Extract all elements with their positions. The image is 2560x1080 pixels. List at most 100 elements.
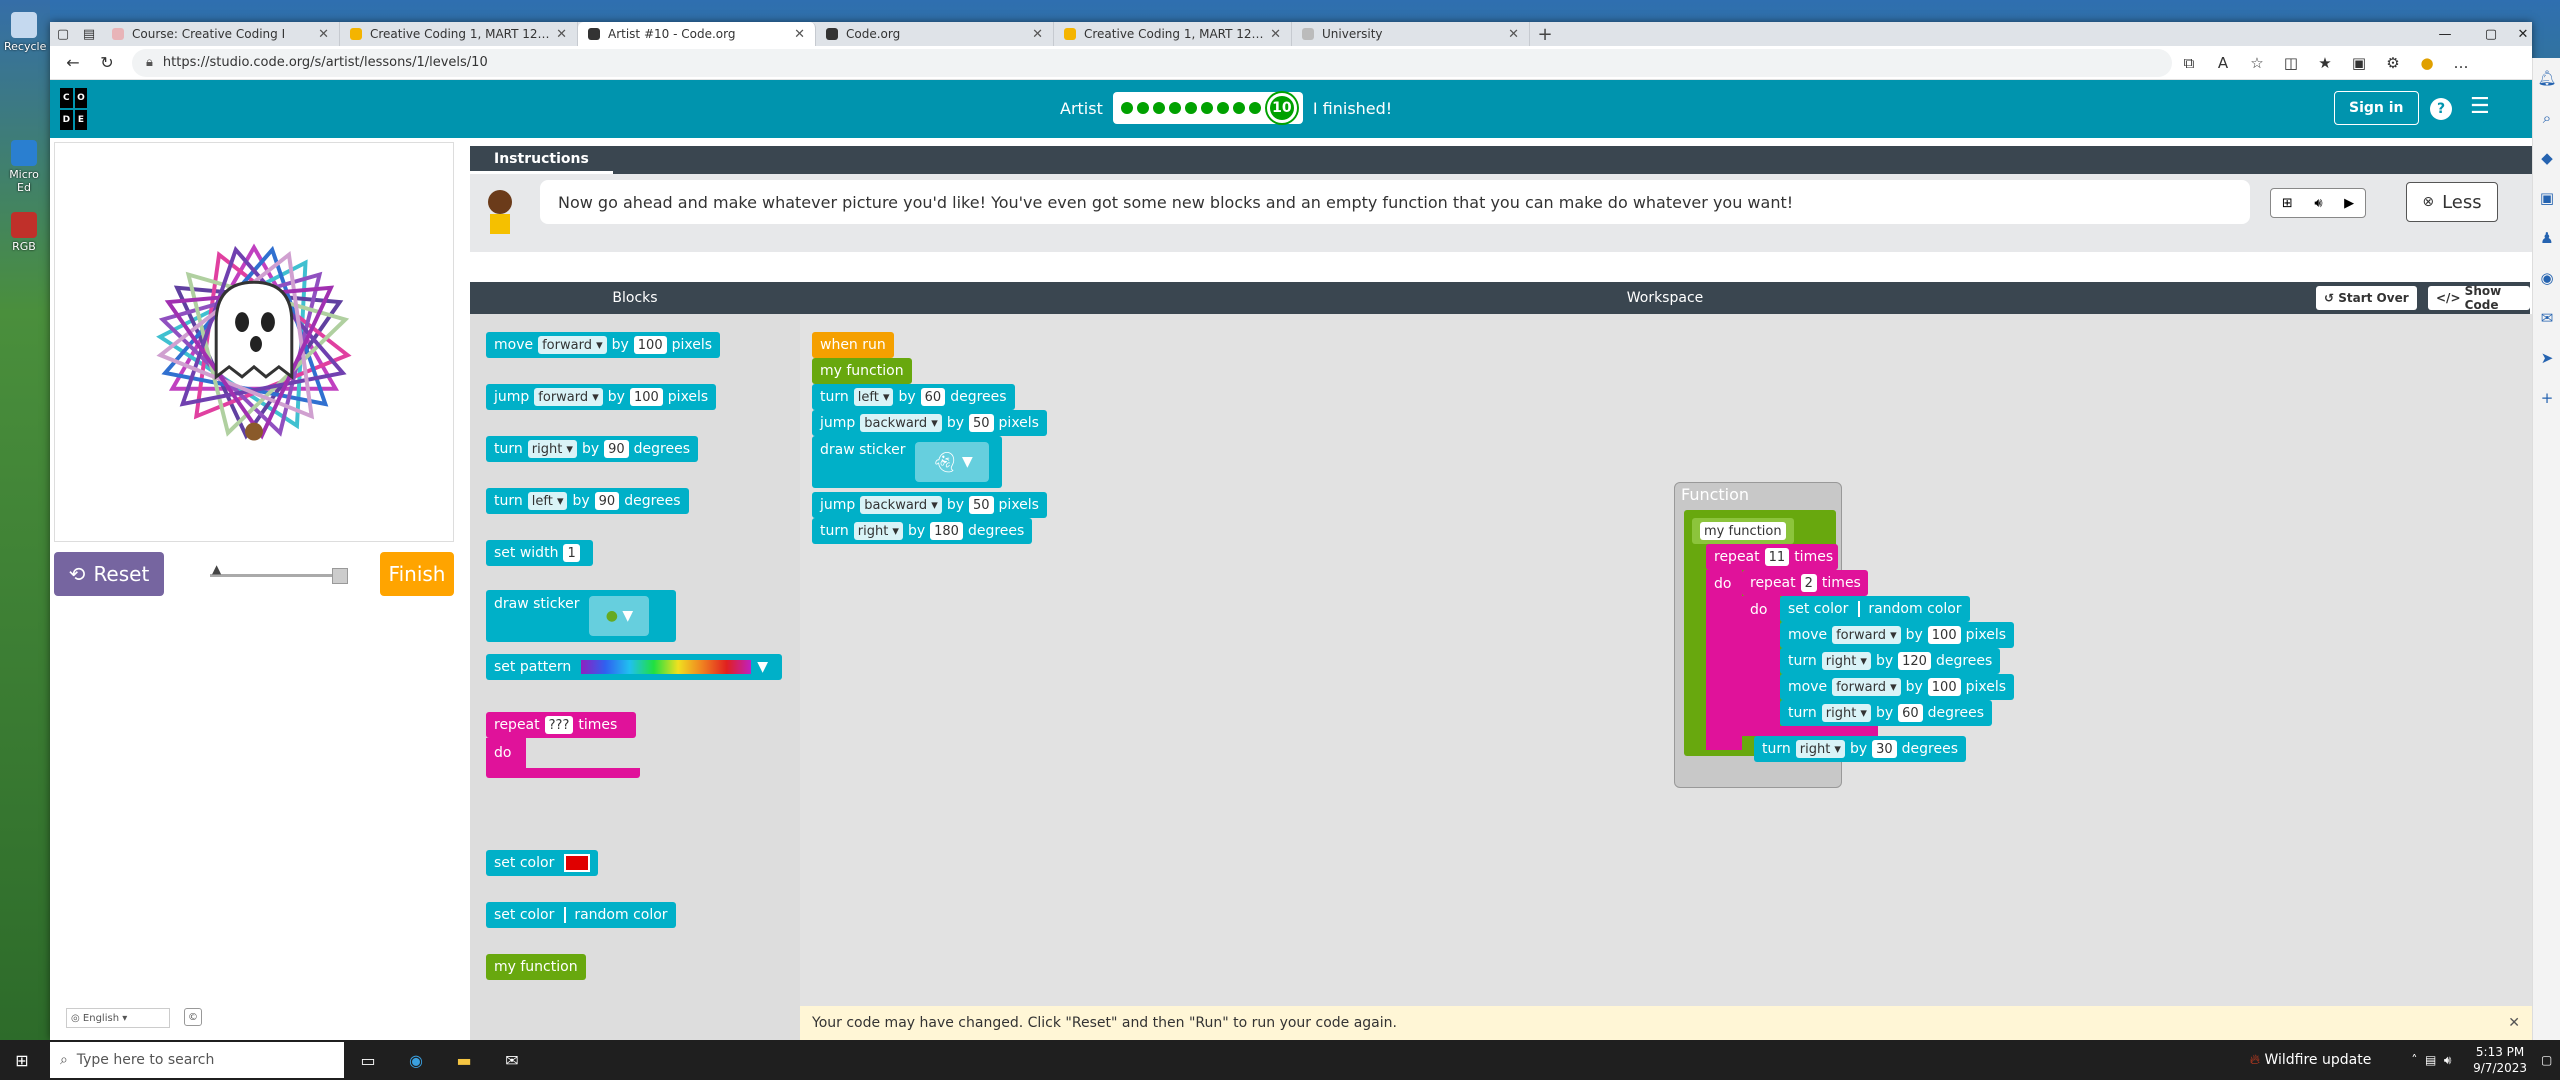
- direction-dropdown[interactable]: right ▾: [853, 522, 903, 540]
- sticker-dropdown[interactable]: ● ▼: [589, 596, 650, 636]
- block-set-color-random[interactable]: set color random color: [486, 902, 676, 928]
- number-field[interactable]: 1: [563, 544, 580, 562]
- close-window-button[interactable]: ✕: [2514, 22, 2532, 46]
- copyright-button[interactable]: ©: [184, 1008, 202, 1026]
- block-my-function[interactable]: my function: [486, 954, 586, 980]
- number-field[interactable]: 100: [1927, 678, 1961, 696]
- volume-icon[interactable]: 🔊︎: [2444, 1053, 2459, 1068]
- close-icon[interactable]: ✕: [1508, 27, 1519, 42]
- sticker-dropdown[interactable]: 👻︎ ▼: [915, 442, 990, 482]
- shopping-icon[interactable]: ◆: [2533, 138, 2560, 178]
- direction-dropdown[interactable]: forward ▾: [534, 388, 603, 406]
- slider-handle[interactable]: [332, 568, 348, 584]
- help-icon[interactable]: ?: [2430, 98, 2452, 120]
- block-set-width[interactable]: set width 1: [486, 540, 593, 566]
- block-turn-left[interactable]: turn left ▾ by 90 degrees: [486, 488, 689, 514]
- block-jump[interactable]: jump forward ▾ by 100 pixels: [486, 384, 717, 410]
- drop-icon[interactable]: ➤: [2533, 338, 2560, 378]
- close-icon[interactable]: ✕: [556, 27, 567, 42]
- close-icon[interactable]: ✕: [794, 27, 805, 42]
- number-field[interactable]: 90: [594, 492, 620, 510]
- block-turn[interactable]: turn right ▾ by 180 degrees: [812, 518, 1033, 544]
- search-icon[interactable]: ⌕: [2533, 98, 2560, 138]
- function-name-block[interactable]: my function: [1692, 518, 1794, 544]
- network-icon[interactable]: ▤: [2425, 1053, 2444, 1067]
- outlook-icon[interactable]: ✉: [2533, 298, 2560, 338]
- taskbar-search[interactable]: ⌕ Type here to search: [50, 1042, 344, 1078]
- speaker-icon[interactable]: 🔊︎: [2314, 196, 2322, 211]
- maximize-button[interactable]: ▢: [2468, 22, 2514, 46]
- block-my-function-call[interactable]: my function: [812, 358, 912, 384]
- block-repeat[interactable]: repeat??? times: [486, 712, 636, 738]
- direction-dropdown[interactable]: backward ▾: [860, 496, 942, 514]
- close-icon[interactable]: ✕: [2508, 1015, 2520, 1031]
- play-icon[interactable]: ▶: [2344, 196, 2354, 211]
- vertical-tabs-icon[interactable]: ▤: [76, 22, 102, 46]
- close-icon[interactable]: ✕: [318, 27, 329, 42]
- block-turn-right[interactable]: turn right ▾ by 90 degrees: [486, 436, 699, 462]
- level-dot[interactable]: [1168, 102, 1181, 114]
- block-turn[interactable]: turn right ▾ by 60 degrees: [1780, 700, 1993, 726]
- direction-dropdown[interactable]: right ▾: [1795, 740, 1845, 758]
- address-bar[interactable]: 🔒︎ https://studio.code.org/s/artist/lesso…: [132, 48, 2172, 77]
- level-dot[interactable]: [1216, 102, 1229, 114]
- tab-course[interactable]: Course: Creative Coding I ✕: [102, 22, 340, 46]
- block-jump[interactable]: jump backward ▾ by 50 pixels: [812, 410, 1047, 436]
- block-jump[interactable]: jump backward ▾ by 50 pixels: [812, 492, 1047, 518]
- block-set-color-random[interactable]: set color random color: [1780, 596, 1970, 622]
- number-field[interactable]: 50: [969, 414, 994, 432]
- finished-link[interactable]: I finished!: [1313, 99, 1392, 118]
- direction-dropdown[interactable]: right ▾: [527, 440, 577, 458]
- tab-university[interactable]: University ✕: [1292, 22, 1530, 46]
- number-field[interactable]: 100: [1927, 626, 1961, 644]
- desktop-icon-rgb[interactable]: RGB: [4, 212, 44, 253]
- minimize-button[interactable]: —: [2422, 22, 2468, 46]
- language-audio-icon[interactable]: ⊞: [2282, 196, 2293, 211]
- direction-dropdown[interactable]: forward ▾: [1832, 678, 1901, 696]
- level-dot[interactable]: [1248, 102, 1261, 114]
- block-move[interactable]: move forward ▾ by 100 pixels: [1780, 674, 2015, 700]
- refresh-icon[interactable]: ↻: [90, 48, 124, 78]
- read-aloud-icon[interactable]: A: [2206, 48, 2240, 78]
- desktop-icon-recycle[interactable]: Recycle: [4, 12, 46, 53]
- function-name-field[interactable]: my function: [1700, 522, 1786, 540]
- more-icon[interactable]: …: [2444, 48, 2478, 78]
- color-swatch[interactable]: [564, 854, 591, 872]
- tab-creative-coding[interactable]: Creative Coding 1, MART 120 | C ✕: [340, 22, 578, 46]
- app-available-icon[interactable]: ⧉: [2172, 48, 2206, 78]
- block-turn[interactable]: turn left ▾ by 60 degrees: [812, 384, 1015, 410]
- tab-instructions[interactable]: Instructions: [470, 146, 613, 174]
- back-icon[interactable]: ←: [56, 48, 90, 78]
- chevron-up-icon[interactable]: ˄: [2411, 1053, 2425, 1067]
- block-draw-sticker[interactable]: draw sticker ● ▼: [486, 590, 676, 642]
- number-field[interactable]: 11: [1764, 548, 1790, 566]
- block-draw-sticker[interactable]: draw sticker 👻︎ ▼: [812, 436, 1002, 488]
- level-dot[interactable]: [1232, 102, 1245, 114]
- level-dot[interactable]: [1152, 102, 1165, 114]
- close-icon[interactable]: ✕: [1270, 27, 1281, 42]
- favorites-icon[interactable]: ★: [2308, 48, 2342, 78]
- sign-in-button[interactable]: Sign in: [2334, 91, 2419, 125]
- clock[interactable]: 5:13 PM 9/7/2023: [2473, 1044, 2527, 1076]
- pattern-dropdown[interactable]: [581, 660, 752, 674]
- block-turn[interactable]: turn right ▾ by 30 degrees: [1754, 736, 1967, 762]
- direction-dropdown[interactable]: right ▾: [1821, 704, 1871, 722]
- show-code-button[interactable]: </> Show Code: [2428, 284, 2530, 312]
- level-dot[interactable]: [1200, 102, 1213, 114]
- random-color-value[interactable]: random color: [564, 907, 668, 923]
- block-set-color[interactable]: set color: [486, 850, 599, 876]
- number-field[interactable]: 50: [969, 496, 994, 514]
- number-field[interactable]: 60: [920, 388, 946, 406]
- random-color-value[interactable]: random color: [1858, 601, 1962, 617]
- new-tab-button[interactable]: +: [1530, 22, 1560, 46]
- number-field[interactable]: 90: [604, 440, 629, 458]
- close-icon[interactable]: ✕: [1032, 27, 1043, 42]
- number-field[interactable]: ???: [544, 716, 574, 734]
- games-icon[interactable]: ♟: [2533, 218, 2560, 258]
- start-icon[interactable]: ⊞: [0, 1040, 44, 1080]
- tab-artist[interactable]: Artist #10 - Code.org ✕: [578, 22, 816, 46]
- favorite-star-icon[interactable]: ☆: [2240, 48, 2274, 78]
- split-screen-icon[interactable]: ◫: [2274, 48, 2308, 78]
- number-field[interactable]: 180: [930, 522, 963, 540]
- start-over-button[interactable]: ↺ Start Over: [2316, 286, 2417, 310]
